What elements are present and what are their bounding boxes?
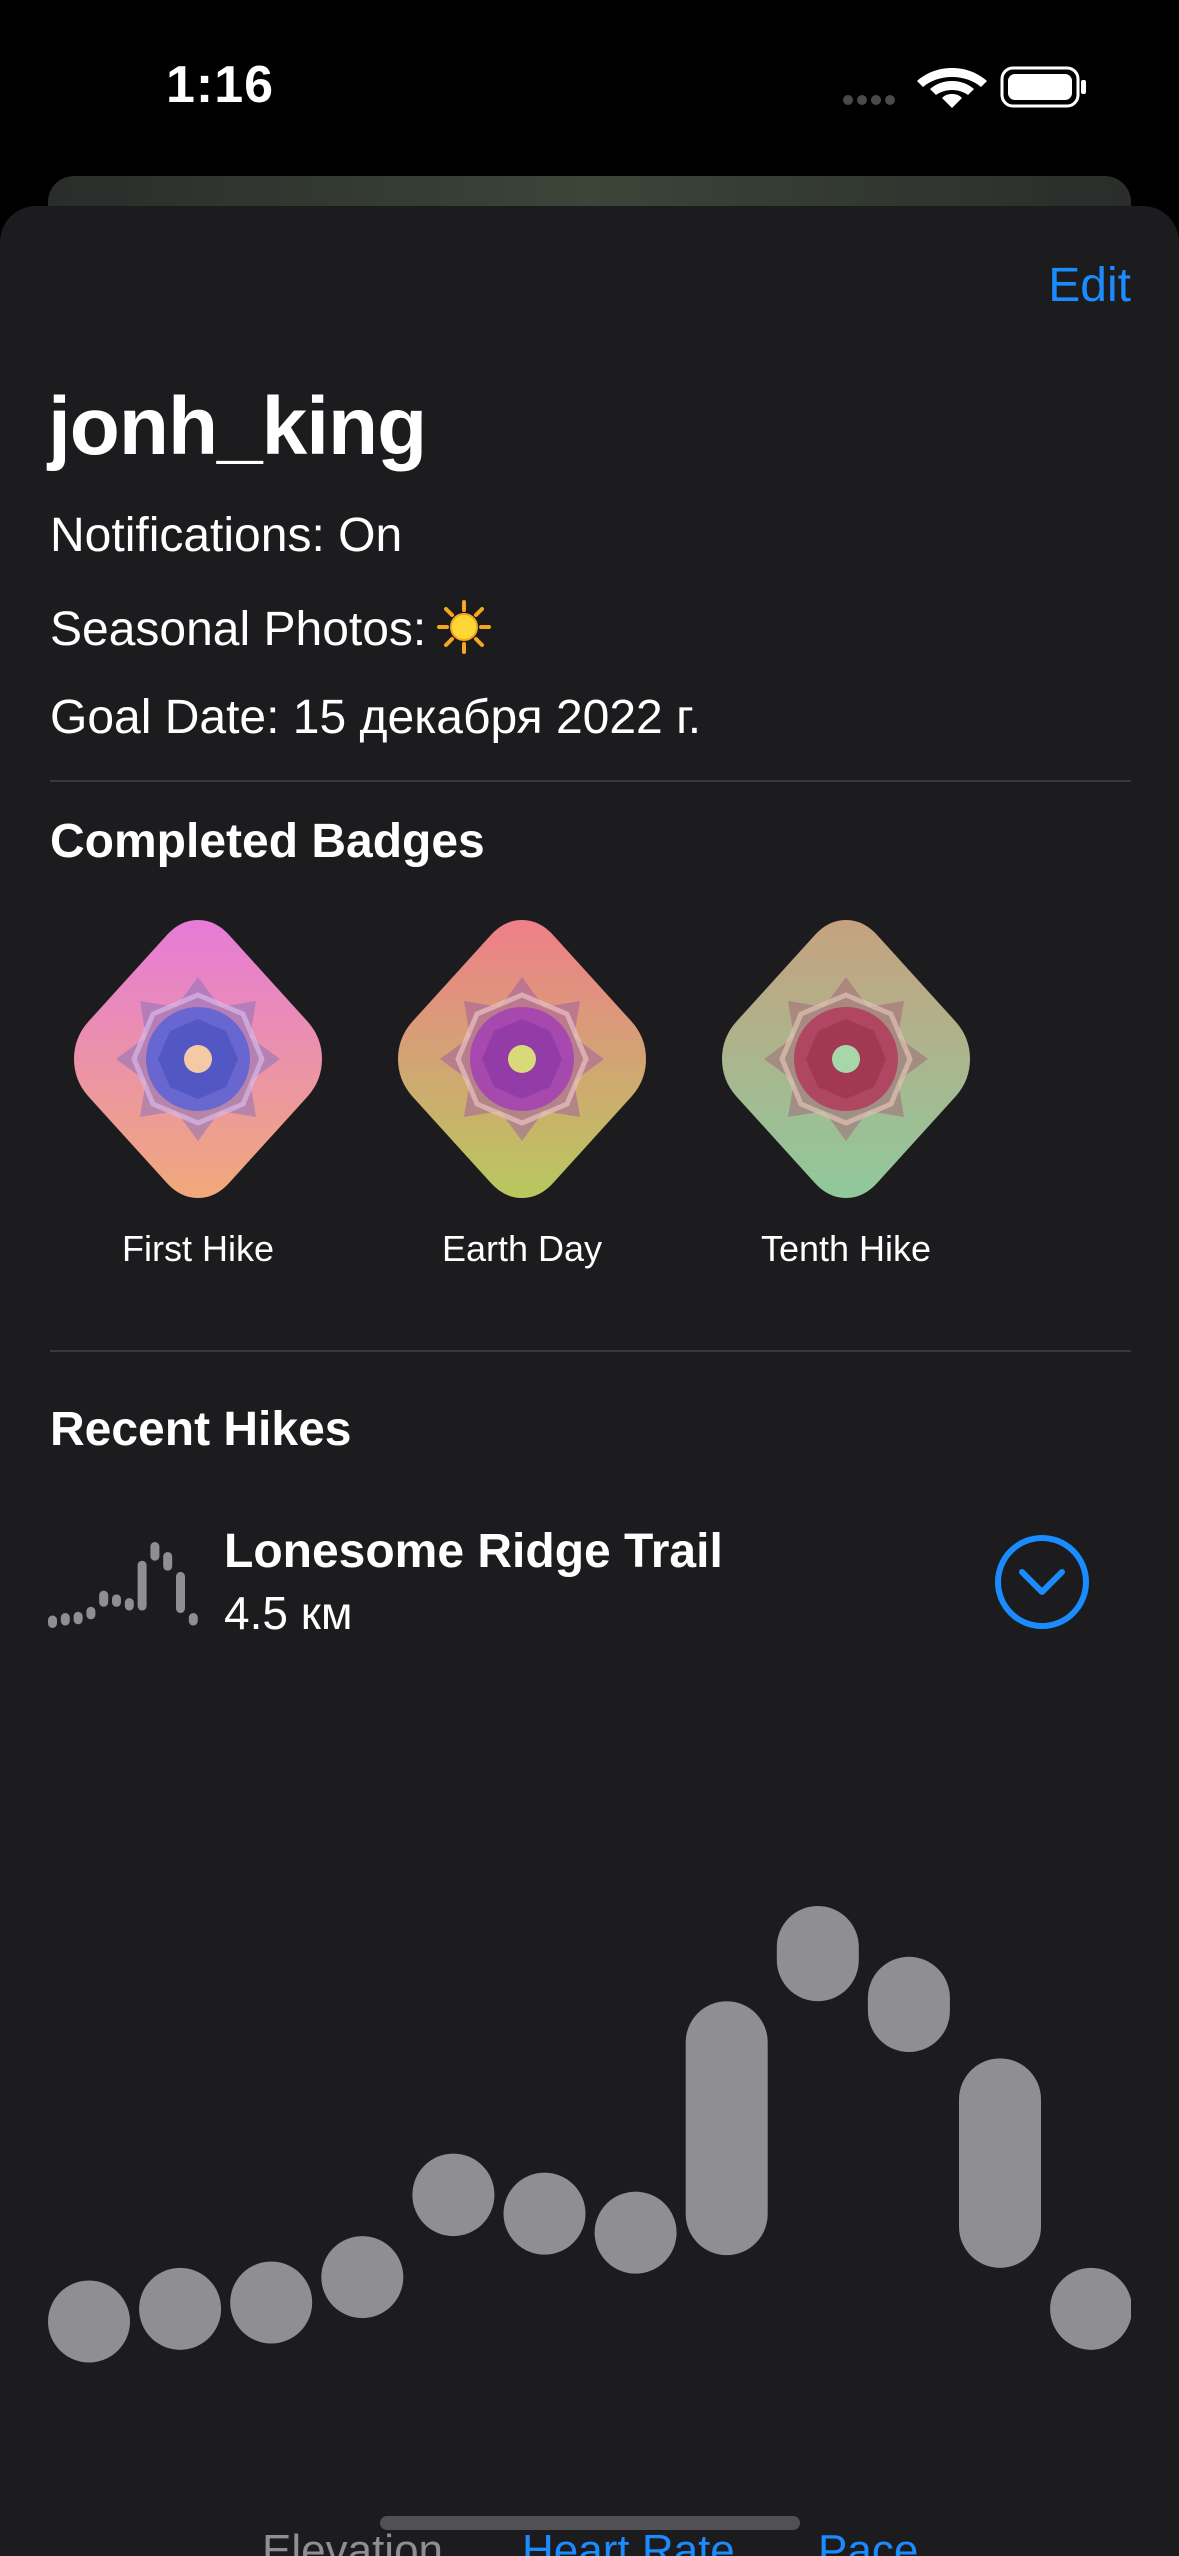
badge-label: Tenth Hike	[760, 1228, 932, 1269]
badge-icon	[722, 920, 970, 1198]
chart-bar	[503, 2172, 586, 2255]
chart-bar	[188, 1613, 198, 1626]
completed-badges-title: Completed Badges	[50, 815, 485, 868]
chart-bar	[139, 2267, 222, 2350]
home-indicator	[380, 2516, 800, 2530]
badge-icon	[74, 920, 322, 1198]
badge-label: Earth Day	[441, 1228, 603, 1269]
chart-bar	[112, 1594, 121, 1607]
chart-bar	[176, 1571, 185, 1614]
seasonal-photos-label: Seasonal Photos:	[50, 603, 427, 656]
chart-bar	[867, 1956, 950, 2052]
chevron-circle-icon	[995, 1535, 1089, 1629]
status-icons	[843, 66, 1086, 108]
seasonal-photos-row: Seasonal Photos:	[50, 599, 492, 657]
chart-bar	[99, 1590, 109, 1607]
battery-icon	[1000, 66, 1086, 108]
recent-hikes-title: Recent Hikes	[50, 1403, 352, 1456]
badge-first-hike[interactable]: First Hike	[70, 914, 326, 1270]
wifi-icon	[917, 68, 987, 108]
hike-distance: 4.5 км	[224, 1587, 353, 1639]
chart-bar	[86, 1606, 96, 1620]
mode-pace[interactable]: Pace	[818, 2526, 918, 2556]
sun-icon	[437, 600, 492, 654]
badge-icon	[398, 920, 646, 1198]
notifications-status: Notifications: On	[50, 509, 403, 562]
status-bar: 1:16	[0, 0, 1179, 170]
chart-bar	[124, 1598, 134, 1611]
graph-mode-selector: Elevation Heart Rate Pace	[0, 2526, 1179, 2556]
cellular-icon	[843, 95, 895, 105]
hike-row[interactable]: Lonesome Ridge Trail 4.5 км	[48, 1506, 1131, 1646]
divider	[50, 1350, 1131, 1352]
chart-bar	[48, 1615, 57, 1628]
badge-earth-day[interactable]: Earth Day	[394, 914, 650, 1270]
mode-elevation[interactable]: Elevation	[262, 2526, 443, 2556]
chart-bar	[1050, 2267, 1131, 2350]
username: jonh_king	[48, 381, 427, 472]
edit-button[interactable]: Edit	[1048, 258, 1131, 313]
chart-bar	[60, 1613, 70, 1626]
status-time: 1:16	[166, 56, 275, 114]
divider	[50, 780, 1131, 782]
chart-bar	[412, 2153, 495, 2237]
chart-bar	[321, 2236, 404, 2319]
chevron-down-icon	[1019, 1569, 1065, 1595]
chart-bar	[137, 1560, 147, 1611]
chart-bar	[73, 1611, 83, 1625]
expand-chevron-button[interactable]	[992, 1532, 1092, 1632]
hike-thumbnail-chart	[48, 1542, 198, 1628]
mode-heart-rate[interactable]: Heart Rate	[522, 2526, 735, 2556]
chart-bar	[959, 2058, 1041, 2268]
chart-bar	[230, 2261, 313, 2344]
chart-bar	[163, 1551, 173, 1571]
goal-date: Goal Date: 15 декабря 2022 г.	[50, 691, 702, 744]
badge-tenth-hike[interactable]: Tenth Hike	[718, 914, 974, 1270]
chart-bar	[776, 1906, 859, 2002]
badge-label: First Hike	[122, 1228, 274, 1269]
chart-bar	[150, 1542, 160, 1561]
hike-name: Lonesome Ridge Trail	[224, 1525, 723, 1578]
chart-bar	[48, 2280, 130, 2363]
chart-bar	[685, 2001, 768, 2256]
chart-bar	[594, 2191, 677, 2274]
profile-sheet: Edit jonh_king Notifications: On Seasona…	[0, 206, 1179, 2556]
elevation-chart	[48, 1906, 1131, 2363]
